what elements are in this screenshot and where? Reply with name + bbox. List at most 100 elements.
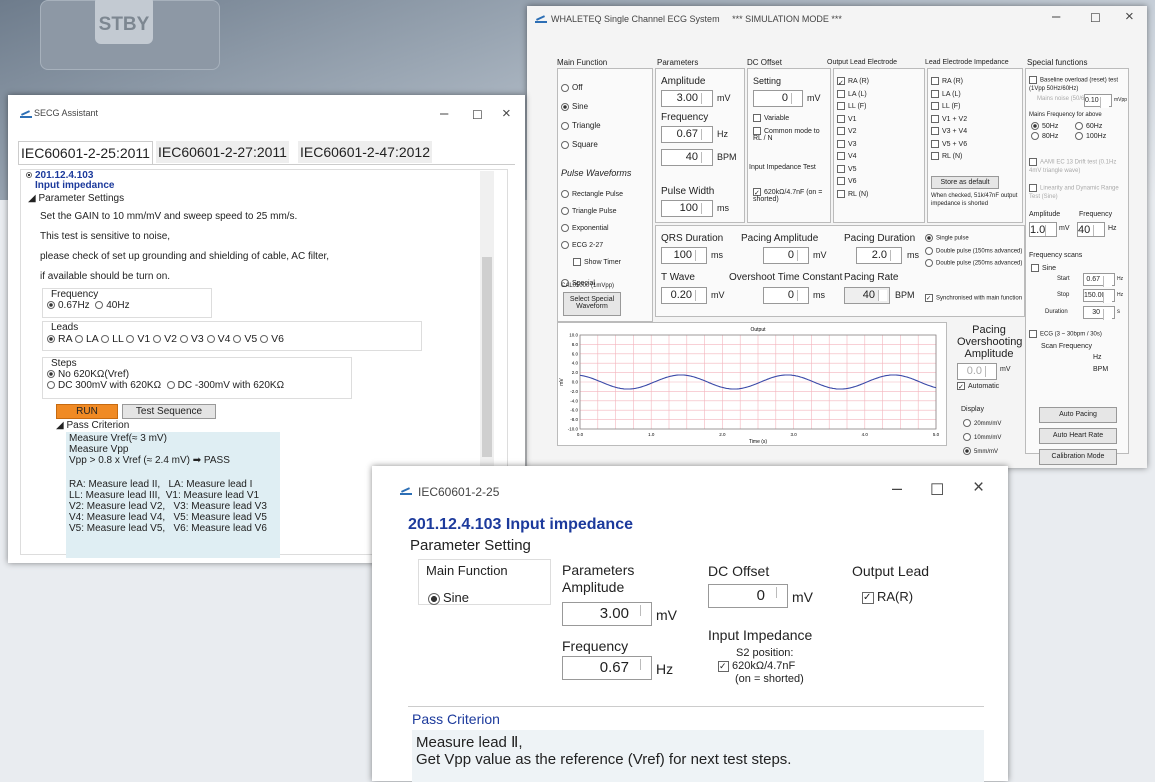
twave-spinner[interactable]: 0.20	[661, 287, 707, 304]
lead-la-radio[interactable]: LA	[74, 333, 98, 345]
imp-v1v2[interactable]: V1 + V2	[931, 114, 967, 127]
double150-radio[interactable]: Double pulse (150ms advanced)	[925, 246, 1023, 257]
step-3-radio[interactable]: DC -300mV with 620KΩ	[166, 380, 284, 391]
out-rl[interactable]: RL (N)	[837, 189, 869, 202]
param-heading[interactable]: ◢ Parameter Settings	[28, 193, 124, 204]
mf-60[interactable]: 60Hz	[1075, 122, 1102, 131]
radio-exponential[interactable]: Exponential	[561, 220, 623, 237]
lead-v3-radio[interactable]: V3	[179, 333, 204, 345]
imp-la[interactable]: LA (L)	[931, 89, 967, 102]
common-mode-checkbox[interactable]: Common mode to RL / N	[753, 127, 827, 142]
pace-dur-spinner[interactable]: 2.0	[856, 247, 902, 264]
fscan-sine[interactable]: Sine	[1031, 264, 1056, 272]
pace-amp-spinner[interactable]: 0	[763, 247, 809, 264]
lin-freq-spinner[interactable]: 40	[1077, 222, 1105, 237]
lead-v6-radio[interactable]: V6	[260, 333, 284, 345]
tab-2-25[interactable]: IEC60601-2-25:2011	[18, 141, 153, 164]
step-2-radio[interactable]: DC 300mV with 620KΩ	[47, 380, 161, 391]
imp-ra[interactable]: RA (R)	[931, 76, 967, 89]
imp-v3v4[interactable]: V3 + V4	[931, 126, 967, 139]
stop-spinner[interactable]: 150.00	[1083, 289, 1115, 303]
out-ra[interactable]: ✓ RA (R)	[837, 76, 869, 89]
store-default-button[interactable]: Store as default	[931, 176, 999, 189]
out-v4[interactable]: V4	[837, 151, 869, 164]
lead-v2-radio[interactable]: V2	[153, 333, 177, 345]
sync-checkbox[interactable]: ✓ Synchronised with main function	[925, 294, 1023, 303]
lead-ra-radio[interactable]: RA	[47, 333, 72, 345]
qrs-spinner[interactable]: 100	[661, 247, 707, 264]
bpm-spinner[interactable]: 40	[661, 149, 713, 166]
lead-v1-radio[interactable]: V1	[126, 333, 150, 345]
lead-v4-radio[interactable]: V4	[206, 333, 230, 345]
ecg-scan-checkbox[interactable]: ECG (3 ~ 30bpm / 30s)	[1029, 330, 1102, 338]
mf-80[interactable]: 80Hz	[1031, 132, 1075, 142]
radio-square[interactable]: Square	[561, 135, 601, 154]
maximize-icon[interactable]: ☐	[930, 480, 944, 500]
close-icon[interactable]: ×	[502, 105, 511, 122]
step-1-radio[interactable]: No 620KΩ(Vref)	[43, 369, 351, 380]
calibration-mode-button[interactable]: Calibration Mode	[1039, 449, 1117, 465]
out-v2[interactable]: V2	[837, 126, 869, 139]
run-button[interactable]: RUN	[56, 404, 118, 419]
lin-amp-spinner[interactable]: 1.0	[1029, 222, 1057, 237]
show-timer-checkbox[interactable]: Show Timer	[561, 254, 623, 271]
pass-heading[interactable]: ◢ Pass Criterion	[56, 420, 129, 431]
automatic-checkbox[interactable]: ✓ Automatic	[957, 382, 999, 391]
imp-ll[interactable]: LL (F)	[931, 101, 967, 114]
tab-2-27[interactable]: IEC60601-2-27:2011	[156, 141, 289, 163]
out-la[interactable]: LA (L)	[837, 89, 869, 102]
pulse-width-spinner[interactable]: 100	[661, 200, 713, 217]
minimize-icon[interactable]: –	[440, 105, 448, 122]
frequency-spinner[interactable]: 0.67	[661, 126, 713, 143]
clause-header[interactable]: 201.12.4.103 Input impedance	[26, 171, 114, 191]
start-spinner[interactable]: 0.67	[1083, 273, 1115, 287]
maximize-icon[interactable]: ☐	[1090, 11, 1101, 25]
auto-heart-rate-button[interactable]: Auto Heart Rate	[1039, 428, 1117, 444]
imp-checkbox[interactable]: ✓ 620kΩ/4.7nF (on = shorted)	[718, 660, 804, 686]
amplitude-spinner[interactable]: 3.00	[562, 602, 652, 626]
amplitude-spinner[interactable]: 3.00	[661, 90, 713, 107]
imp-620-checkbox[interactable]: ✓ 620kΩ/4.7nF (on = shorted)	[753, 188, 829, 203]
tab-2-47[interactable]: IEC60601-2-47:2012	[298, 141, 432, 163]
single-pulse-radio[interactable]: Single pulse	[925, 234, 1023, 244]
variable-checkbox[interactable]: Variable	[753, 114, 789, 122]
radio-sine[interactable]: Sine	[561, 97, 601, 116]
freq-067-radio[interactable]: 0.67Hz	[47, 300, 90, 311]
mf-100[interactable]: 100Hz	[1075, 132, 1106, 141]
aami-checkbox[interactable]: AAMI EC 13 Drift test (0.1Hz 4mV triangl…	[1029, 158, 1125, 175]
test-sequence-button[interactable]: Test Sequence	[122, 404, 216, 419]
out-v3[interactable]: V3	[837, 139, 869, 152]
select-special-button[interactable]: Select Special Waveform	[563, 292, 621, 316]
frequency-spinner[interactable]: 0.67	[562, 656, 652, 680]
imp-rl[interactable]: RL (N)	[931, 151, 967, 164]
out-v1[interactable]: V1	[837, 114, 869, 127]
double250-radio[interactable]: Double pulse (250ms advanced)	[925, 259, 1023, 269]
overshoot-spinner[interactable]: 0	[763, 287, 809, 304]
out-v5[interactable]: V5	[837, 164, 869, 177]
povr-spinner[interactable]: 0.0	[957, 363, 997, 380]
lead-ll-radio[interactable]: LL	[101, 333, 123, 345]
close-icon[interactable]: ×	[1125, 8, 1134, 25]
maximize-icon[interactable]: ☐	[472, 108, 483, 122]
auto-pacing-button[interactable]: Auto Pacing	[1039, 407, 1117, 423]
radio-off[interactable]: Off	[561, 78, 601, 97]
linearity-checkbox[interactable]: Linearity and Dynamic Range Test (Sine)	[1029, 184, 1125, 201]
sine-radio[interactable]: Sine	[428, 590, 469, 605]
out-ll[interactable]: LL (F)	[837, 101, 869, 114]
disp-20[interactable]: 20mm/mV	[963, 417, 1001, 431]
close-icon[interactable]: ×	[973, 477, 984, 499]
freq-40-radio[interactable]: 40Hz	[95, 300, 130, 311]
duration-spinner[interactable]: 30	[1083, 306, 1115, 320]
dc-spinner[interactable]: 0	[753, 90, 803, 107]
imp-v5v6[interactable]: V5 + V6	[931, 139, 967, 152]
ra-checkbox[interactable]: ✓ RA(R)	[862, 589, 913, 604]
radio-triangle[interactable]: Triangle	[561, 116, 601, 135]
radio-tri-pulse[interactable]: Triangle Pulse	[561, 203, 623, 220]
disp-5[interactable]: 5mm/mV	[963, 445, 1001, 459]
baseline-checkbox[interactable]: Baseline overload (reset) test (1Vpp 50H…	[1029, 76, 1125, 93]
minimize-icon[interactable]: –	[892, 478, 902, 499]
radio-ecg227[interactable]: ECG 2-27	[561, 237, 623, 254]
minimize-icon[interactable]: –	[1052, 8, 1060, 25]
mains-noise-spinner[interactable]: 0.10	[1084, 94, 1112, 108]
out-v6[interactable]: V6	[837, 176, 869, 189]
